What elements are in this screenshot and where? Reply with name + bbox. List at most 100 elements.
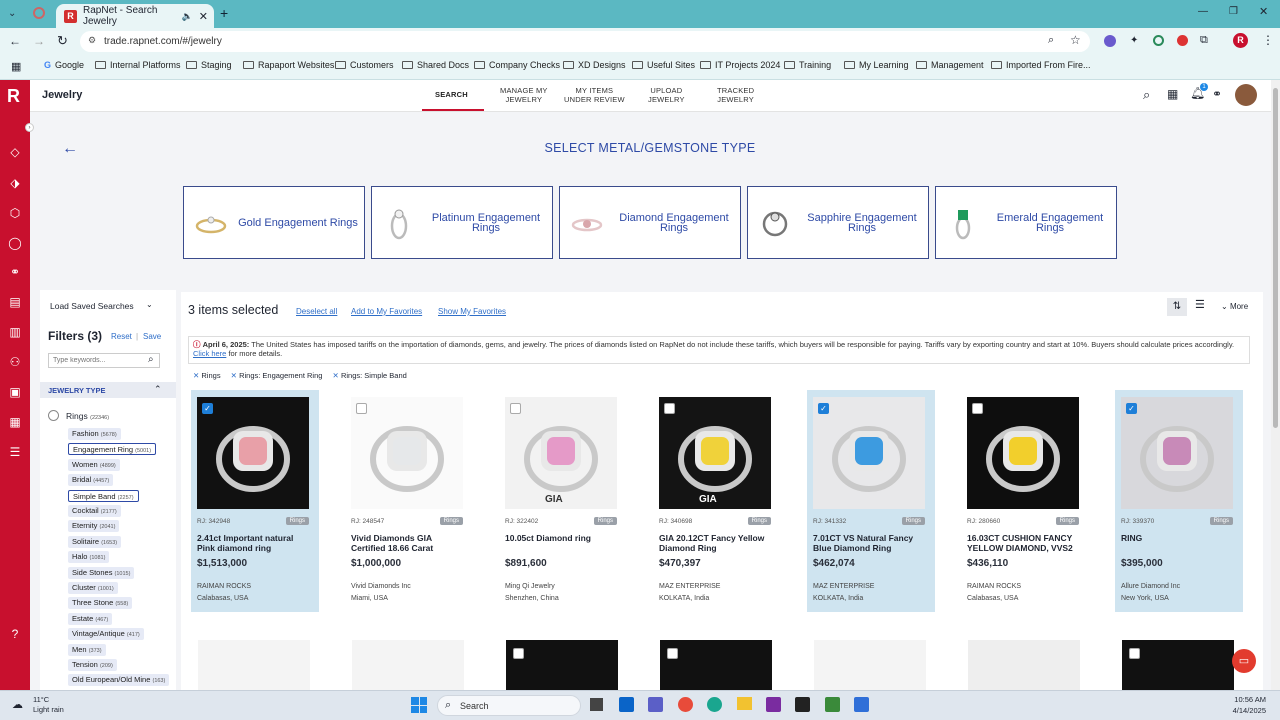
select-checkbox[interactable]: ✓ [818,403,829,414]
jewelry-type-chip[interactable]: Estate (467) [68,612,113,625]
figma-icon[interactable] [795,697,810,712]
product-image[interactable] [1121,397,1233,509]
extension-icon[interactable] [1177,35,1188,46]
browser-tab-active[interactable]: R RapNet - Search Jewelry 🔈 ✕ [56,4,214,28]
jewelry-type-chip[interactable]: Cocktail (2177) [68,505,121,517]
select-checkbox[interactable] [664,403,675,414]
select-checkbox[interactable] [667,648,678,659]
product-image[interactable] [197,397,309,509]
tab-menu-icon[interactable]: ⌄ [8,8,22,20]
product-image[interactable] [813,397,925,509]
nav-manage-jewelry[interactable]: MANAGE MY JEWELRY [500,86,548,104]
bookmark-folder[interactable]: Customers [335,60,394,70]
seller-name[interactable]: Vivid Diamonds Inc [351,581,411,593]
nav-search[interactable]: SEARCH [435,90,468,99]
load-saved-searches[interactable]: Load Saved Searches [50,301,134,311]
bookmark-folder[interactable]: My Learning [844,60,909,70]
select-checkbox[interactable]: ✓ [202,403,213,414]
jewelry-type-header[interactable]: JEWELRY TYPE ⌃ [40,382,176,398]
reload-icon[interactable]: ↻ [57,33,68,49]
add-favorites-link[interactable]: Add to My Favorites [351,307,422,316]
select-checkbox[interactable] [356,403,367,414]
product-name[interactable]: 7.01CT VS Natural Fancy Blue Diamond Rin… [813,533,929,553]
keywords-input[interactable] [48,353,160,368]
diamond-icon[interactable]: ◇ [7,145,23,159]
file-explorer-icon[interactable] [737,697,752,710]
product-image-partial[interactable] [352,640,464,690]
jewelry-type-chip[interactable]: Eternity (2041) [68,520,120,533]
save-link[interactable]: Save [143,332,161,341]
jewelry-type-chip[interactable]: Simple Band (2257) [68,489,139,502]
apps-grid-icon[interactable]: ▦ [11,60,21,73]
filter-tag[interactable]: ✕ Rings [193,371,221,380]
product-image-partial[interactable] [198,640,310,690]
product-name[interactable]: Vivid Diamonds GIA Certified 18.66 Carat [351,533,467,553]
bookmark-folder[interactable]: Internal Platforms [95,60,181,70]
show-favorites-link[interactable]: Show My Favorites [438,307,506,316]
back-icon[interactable]: ← [9,34,21,48]
handshake-icon[interactable]: ⚭ [1212,87,1222,101]
product-card[interactable]: ✓ RJ: 339370 Rings RING $395,000 Allure Diamo… [1115,390,1243,612]
speaker-icon[interactable]: 🔈 [182,11,193,22]
product-name[interactable]: RING [1121,533,1237,543]
remove-filter-icon[interactable]: ✕ [231,371,237,380]
product-image[interactable] [351,397,463,509]
select-checkbox[interactable] [513,648,524,659]
seller-name[interactable]: MAZ ENTERPRISE [659,581,720,593]
seller-name[interactable]: Allure Diamond Inc [1121,581,1180,593]
bookmark-folder[interactable]: Staging [186,60,232,70]
product-card[interactable]: ✓ RJ: 341332 Rings 7.01CT VS Natural Fancy … [807,390,935,612]
minimize-icon[interactable]: — [1198,6,1208,17]
outlook-icon[interactable] [619,697,634,712]
new-tab-icon[interactable]: + [220,5,228,21]
list-view-icon[interactable]: ☰ [1195,298,1205,311]
product-card[interactable]: GIA RJ: 322402 Rings 10.05ct Diamond ring $8… [499,390,627,612]
scrollbar-thumb[interactable] [1273,88,1278,428]
deselect-all-link[interactable]: Deselect all [296,307,337,316]
seller-name[interactable]: RAIMAN ROCKS [967,581,1021,593]
bookmark-folder[interactable]: Company Checks [474,60,560,70]
jewelry-type-chip[interactable]: Bridal (4457) [68,474,114,487]
back-arrow-icon[interactable]: ← [62,140,78,158]
chrome-icon[interactable] [678,697,693,712]
jewelry-type-chip[interactable]: Cluster (1001) [68,582,118,594]
bookmark-star-icon[interactable]: ☆ [1070,33,1081,47]
zoom-icon[interactable]: ⌕ [1048,34,1054,47]
select-checkbox[interactable] [972,403,983,414]
rings-label[interactable]: Rings (22346) [66,411,109,421]
nav-items-under-review[interactable]: MY ITEMS UNDER REVIEW [564,86,625,104]
jewelry-type-chip[interactable]: Old European/Old Mine (163) [68,674,170,687]
product-image-partial[interactable] [968,640,1080,690]
jewelry-type-chip[interactable]: Tension (209) [68,659,117,671]
maximize-icon[interactable]: ❐ [1229,6,1238,17]
rapnet-logo[interactable]: R [7,86,20,107]
filter-tag[interactable]: ✕ Rings: Simple Band [333,371,407,380]
filter-tag[interactable]: ✕ Rings: Engagement Ring [231,371,323,380]
forward-icon[interactable]: → [33,34,45,48]
user-avatar[interactable] [1235,84,1257,106]
remove-filter-icon[interactable]: ✕ [333,371,339,380]
select-checkbox[interactable]: ✓ [1126,403,1137,414]
onenote-icon[interactable] [766,697,781,712]
jewelry-type-chip[interactable]: Engagement Ring (5001) [68,443,157,456]
gold-engagement-rings-card[interactable]: Gold Engagement Rings [183,186,365,259]
product-card[interactable]: RJ: 248547 Rings Vivid Diamonds GIA Certif… [345,390,473,612]
jewelry-type-chip[interactable]: Men (373) [68,643,106,656]
table-icon[interactable]: ▦ [7,415,23,429]
notice-link[interactable]: Click here [193,349,226,358]
start-icon[interactable] [411,697,427,713]
nav-upload-jewelry[interactable]: UPLOAD JEWELRY [648,86,685,104]
reset-link[interactable]: Reset [111,332,132,341]
extensions-puzzle-icon[interactable]: ⧉ [1200,34,1208,47]
remove-filter-icon[interactable]: ✕ [193,371,199,380]
gemstone-icon[interactable]: ⬗ [7,176,23,190]
jewelry-type-chip[interactable]: Solitaire (1653) [68,535,122,548]
sapphire-engagement-rings-card[interactable]: Sapphire Engagement Rings [747,186,929,259]
seller-name[interactable]: Ming Qi Jewelry [505,581,559,593]
jewelry-type-chip[interactable]: Vintage/Antique (417) [68,628,144,641]
task-view-icon[interactable] [590,698,603,711]
more-menu[interactable]: ⌄ More [1221,302,1248,311]
product-image-partial[interactable] [814,640,926,690]
emerald-engagement-rings-card[interactable]: Emerald Engagement Rings [935,186,1117,259]
product-name[interactable]: 10.05ct Diamond ring [505,533,621,543]
